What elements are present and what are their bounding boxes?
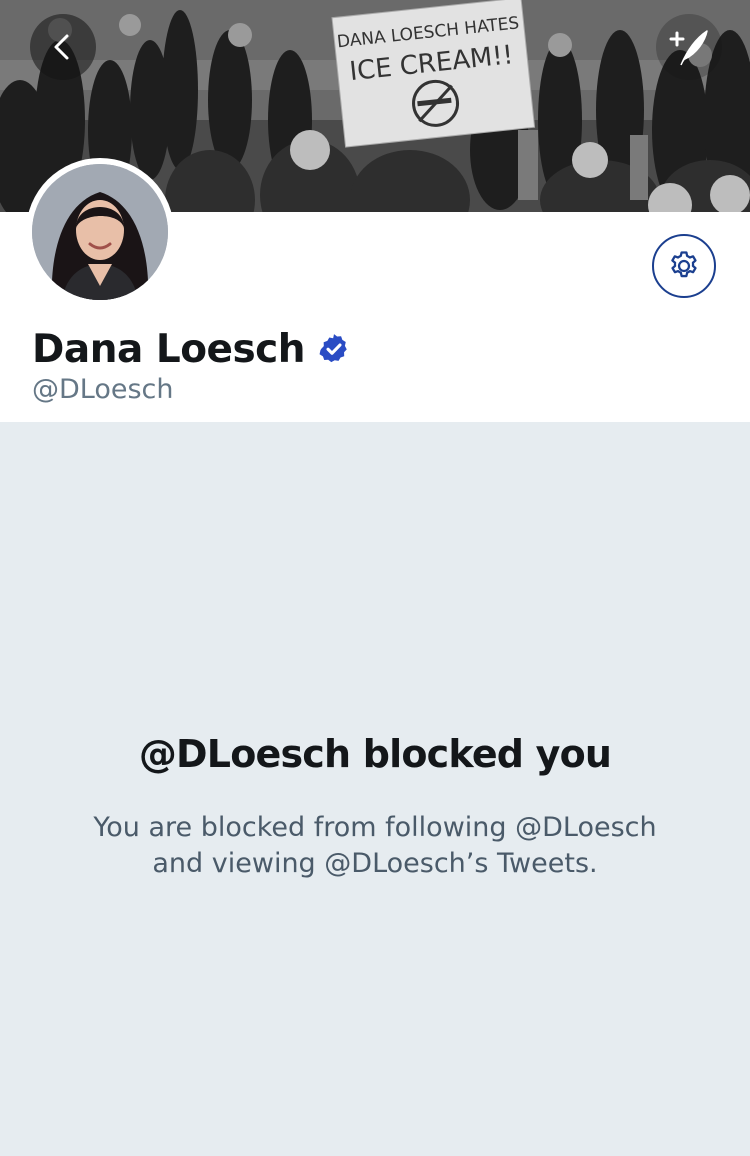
gear-icon: [671, 251, 697, 278]
profile-name-row: Dana Loesch: [32, 322, 351, 376]
chevron-left-icon: [54, 34, 69, 60]
blocked-description-line1: You are blocked from following @DLoesch: [93, 812, 657, 843]
compose-tweet-button[interactable]: [656, 14, 722, 80]
avatar[interactable]: [26, 158, 174, 306]
verified-badge-icon: [319, 334, 347, 363]
blocked-description-line2: and viewing @DLoesch’s Tweets.: [152, 848, 598, 879]
avatar-image: [32, 164, 168, 300]
settings-button[interactable]: [652, 234, 716, 298]
blocked-title: @DLoesch blocked you: [138, 732, 612, 776]
blocked-description: You are blocked from following @DLoesch …: [60, 810, 690, 882]
back-button[interactable]: [30, 14, 96, 80]
display-name: Dana Loesch: [32, 326, 306, 372]
profile-handle: @DLoesch: [32, 374, 174, 405]
compose-tweet-icon: [669, 30, 708, 66]
